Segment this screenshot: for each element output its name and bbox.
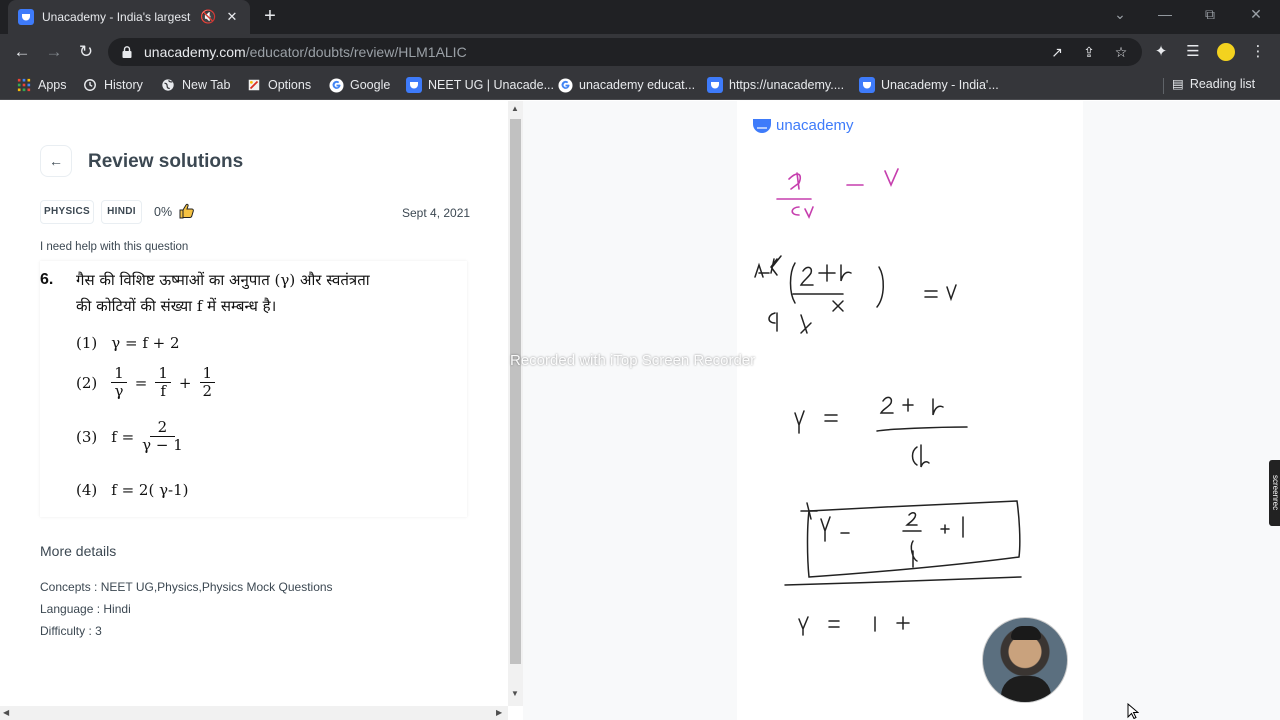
open-external-icon[interactable]: ↗ bbox=[1048, 43, 1066, 61]
forward-arrow-icon[interactable]: → bbox=[43, 41, 65, 63]
ink-step1-sketch bbox=[754, 262, 770, 278]
tag-physics: PHYSICS bbox=[40, 200, 94, 224]
vertical-scrollbar[interactable]: ▲ ▼ bbox=[508, 101, 523, 706]
bookmarks-separator bbox=[1163, 78, 1164, 94]
unacademy-icon bbox=[406, 77, 422, 93]
tab-search-icon[interactable]: ⌄ bbox=[1110, 6, 1130, 23]
scroll-left-icon[interactable]: ◀ bbox=[3, 708, 9, 717]
unacademy-icon bbox=[859, 77, 875, 93]
minimize-icon[interactable]: — bbox=[1155, 6, 1175, 22]
google-icon bbox=[557, 77, 573, 93]
question-card: 6. गैस की विशिष्ट ऊष्माओं का अनुपात (γ) … bbox=[40, 261, 467, 517]
restore-icon[interactable]: ⧉ bbox=[1200, 6, 1220, 23]
concepts-text: Concepts : NEET UG,Physics,Physics Mock … bbox=[40, 580, 333, 594]
history-icon bbox=[82, 77, 98, 93]
ink-boxed-result-sketch bbox=[784, 500, 1022, 586]
share-icon[interactable]: ⇪ bbox=[1080, 43, 1098, 61]
tag-hindi: HINDI bbox=[101, 200, 142, 224]
mute-tab-icon[interactable]: 🔇 bbox=[200, 9, 216, 25]
bookmark-star-icon[interactable]: ☆ bbox=[1112, 43, 1130, 61]
close-tab-icon[interactable]: ✕ bbox=[224, 9, 240, 25]
address-bar[interactable]: unacademy.com/educator/doubts/review/HLM… bbox=[108, 38, 1142, 66]
back-arrow-icon[interactable]: ← bbox=[11, 41, 33, 63]
helpful-percent: 0% bbox=[154, 205, 173, 219]
globe-icon bbox=[160, 77, 176, 93]
chrome-menu-icon[interactable]: ⋮ bbox=[1248, 42, 1268, 62]
difficulty-text: Difficulty : 3 bbox=[40, 624, 102, 638]
scrollbar-thumb[interactable] bbox=[510, 119, 521, 664]
question-date: Sept 4, 2021 bbox=[402, 206, 471, 220]
back-button[interactable]: ← bbox=[40, 145, 72, 177]
options-icon bbox=[246, 77, 262, 93]
question-number: 6. bbox=[40, 271, 54, 288]
bookmark-history[interactable]: History bbox=[82, 76, 143, 94]
educator-webcam bbox=[982, 617, 1068, 703]
tab-title: Unacademy - India's largest l bbox=[42, 10, 192, 24]
option-3: (3) f = 2γ − 1 bbox=[76, 418, 183, 454]
bookmark-apps[interactable]: Apps bbox=[16, 76, 67, 94]
help-text: I need help with this question bbox=[40, 241, 189, 253]
browser-tab-active[interactable]: Unacademy - India's largest l 🔇 ✕ bbox=[8, 0, 250, 34]
option-2: (2) 1γ = 1f + 12 bbox=[76, 365, 216, 400]
close-window-icon[interactable]: ✕ bbox=[1246, 6, 1266, 23]
bookmark-neet-ug[interactable]: NEET UG | Unacade... bbox=[406, 76, 554, 94]
screenrec-tab[interactable]: screenrec bbox=[1269, 460, 1280, 526]
horizontal-scrollbar[interactable]: ◀ ▶ bbox=[0, 706, 508, 720]
extensions-puzzle-icon[interactable]: ✦ bbox=[1151, 42, 1171, 62]
google-icon bbox=[328, 77, 344, 93]
arrow-left-icon: ← bbox=[49, 153, 63, 169]
scroll-right-icon[interactable]: ▶ bbox=[496, 708, 502, 717]
option-1: (1) γ = f + 2 bbox=[76, 334, 180, 352]
tab-strip: Unacademy - India's largest l 🔇 ✕ + ⌄ — … bbox=[0, 0, 1280, 34]
bookmark-google[interactable]: Google bbox=[328, 76, 390, 94]
bookmark-new-tab[interactable]: New Tab bbox=[160, 76, 230, 94]
scroll-up-icon[interactable]: ▲ bbox=[511, 104, 519, 113]
bookmark-unacademy-educator[interactable]: unacademy educat... bbox=[557, 76, 695, 94]
question-line-1: गैस की विशिष्ट ऊष्माओं का अनुपात (γ) और … bbox=[76, 271, 370, 289]
browser-toolbar: ← → ↻ unacademy.com/educator/doubts/revi… bbox=[0, 34, 1280, 70]
more-details-heading: More details bbox=[40, 543, 117, 559]
url-text: unacademy.com/educator/doubts/review/HLM… bbox=[144, 44, 467, 60]
bookmark-unacademy-url[interactable]: https://unacademy.... bbox=[707, 76, 844, 94]
option-4: (4) f = 2( γ-1) bbox=[76, 481, 189, 499]
new-tab-button[interactable]: + bbox=[260, 6, 280, 27]
scroll-down-icon[interactable]: ▼ bbox=[511, 689, 519, 698]
bookmark-unacademy-india[interactable]: Unacademy - India'... bbox=[859, 76, 999, 94]
lock-icon bbox=[122, 46, 132, 58]
unacademy-icon bbox=[707, 77, 723, 93]
bookmarks-bar: Apps History New Tab Options Google NEET… bbox=[0, 70, 1280, 100]
profile-avatar[interactable] bbox=[1215, 41, 1237, 63]
recorder-watermark: Recorded with iTop Screen Recorder bbox=[510, 352, 756, 369]
language-text: Language : Hindi bbox=[40, 602, 131, 616]
unacademy-favicon-icon bbox=[18, 9, 34, 25]
ink-step2-sketch bbox=[794, 396, 968, 468]
apps-grid-icon bbox=[16, 77, 32, 93]
media-control-icon[interactable]: ☰ bbox=[1183, 42, 1203, 62]
page-title: Review solutions bbox=[88, 151, 244, 172]
pink-ratio-sketch bbox=[776, 168, 899, 219]
thumbs-up-icon[interactable] bbox=[178, 202, 196, 220]
reading-list-button[interactable]: ▤ Reading list bbox=[1172, 76, 1255, 92]
mouse-cursor-icon bbox=[1127, 703, 1139, 719]
review-panel: ← Review solutions PHYSICS HINDI 0% Sept… bbox=[0, 101, 508, 706]
reload-icon[interactable]: ↻ bbox=[75, 41, 97, 63]
ink-step3-sketch bbox=[798, 616, 910, 636]
reading-list-icon: ▤ bbox=[1172, 77, 1184, 91]
question-line-2: की कोटियों की संख्या f में सम्बन्ध है। bbox=[76, 297, 277, 315]
bookmark-options[interactable]: Options bbox=[246, 76, 311, 94]
